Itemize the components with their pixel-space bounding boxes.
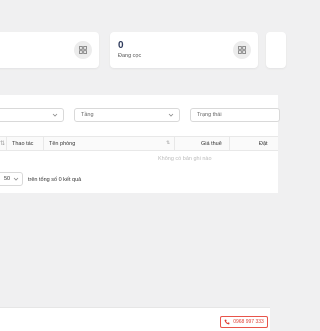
hotline-button[interactable]: 0968 997 333	[220, 316, 268, 328]
column-divider	[229, 137, 230, 150]
phone-icon	[224, 319, 230, 325]
hotline-number: 0968 997 333	[233, 319, 264, 325]
column-deposit[interactable]: Đặt	[259, 141, 268, 147]
chevron-down-icon	[13, 177, 19, 181]
column-room-name[interactable]: Tên phòng	[49, 141, 75, 147]
sort-icon[interactable]: ⇅	[166, 140, 170, 146]
grid-icon	[233, 41, 251, 59]
pagination-summary: trên tổng số 0 kết quả	[28, 177, 82, 183]
floor-select[interactable]: Tầng	[74, 108, 180, 122]
stat-card-3	[266, 32, 286, 68]
stat-card-deposit-label: Đang cọc	[118, 53, 142, 59]
column-divider	[6, 137, 7, 150]
column-actions: Thao tác	[12, 141, 34, 147]
sort-icon[interactable]: ⇅	[0, 140, 5, 147]
status-select-placeholder: Trạng thái	[197, 112, 222, 118]
grid-icon	[74, 41, 92, 59]
chevron-down-icon	[52, 113, 58, 117]
column-divider	[174, 137, 175, 150]
stat-card-deposit: 0 Đang cọc	[110, 32, 258, 68]
column-divider	[43, 137, 44, 150]
status-select[interactable]: Trạng thái	[190, 108, 280, 122]
chevron-down-icon	[168, 113, 174, 117]
floor-select-placeholder: Tầng	[81, 112, 94, 118]
stat-card-1	[0, 32, 99, 68]
page-size-select[interactable]: 50	[0, 172, 23, 186]
empty-state-text: Không có bản ghi nào	[158, 156, 212, 162]
table-header: ⇅ Thao tác Tên phòng ⇅ Giá thuê Đặt	[0, 136, 278, 151]
stat-card-deposit-value: 0	[118, 40, 124, 51]
filter-select-1[interactable]	[0, 108, 64, 122]
column-rent-price[interactable]: Giá thuê	[201, 141, 222, 147]
page-size-value: 50	[4, 176, 11, 182]
